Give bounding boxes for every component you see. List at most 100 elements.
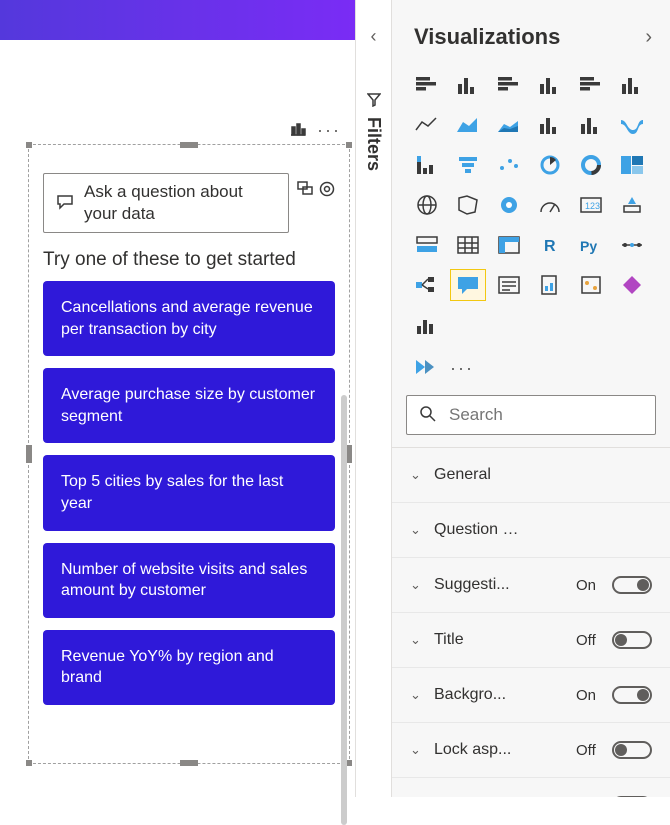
funnel-chart-icon[interactable]: [451, 150, 485, 180]
power-automate-icon[interactable]: [410, 310, 444, 340]
svg-text:Py: Py: [580, 238, 597, 254]
more-options-icon[interactable]: ···: [317, 120, 341, 141]
toggle-switch[interactable]: [612, 576, 652, 594]
toggle-state-label: On: [576, 577, 604, 594]
format-group-backgro-[interactable]: ⌄ Backgro... On: [392, 668, 670, 723]
pie-chart-icon[interactable]: [533, 150, 567, 180]
format-group-label: Backgro...: [434, 686, 522, 704]
expand-filters-icon[interactable]: ‹: [371, 26, 377, 47]
format-group-general[interactable]: ⌄ General: [392, 448, 670, 503]
slicer-icon[interactable]: [410, 230, 444, 260]
format-group-lock-asp-[interactable]: ⌄ Lock asp... Off: [392, 723, 670, 778]
filters-label[interactable]: Filters: [363, 93, 384, 171]
more-visuals-icon[interactable]: ···: [450, 358, 474, 379]
ribbon-accent-bar: [0, 0, 355, 40]
stacked-bar-chart-icon[interactable]: [410, 70, 444, 100]
toggle-state-label: On: [576, 687, 604, 704]
qna-ask-input[interactable]: Ask a question about your data: [43, 173, 289, 233]
qna-visual-icon[interactable]: [451, 270, 485, 300]
resize-handle-top[interactable]: [180, 142, 198, 148]
gauge-icon[interactable]: [533, 190, 567, 220]
line-chart-icon[interactable]: [410, 110, 444, 140]
power-apps-icon[interactable]: [615, 270, 649, 300]
donut-chart-icon[interactable]: [574, 150, 608, 180]
suggestion-item[interactable]: Top 5 cities by sales for the last year: [43, 455, 335, 530]
resize-handle-bottom[interactable]: [180, 760, 198, 766]
format-group-border[interactable]: ⌄ Border Off: [392, 778, 670, 797]
toggle-switch[interactable]: [612, 686, 652, 704]
stacked-area-chart-icon[interactable]: [492, 110, 526, 140]
table-icon[interactable]: [451, 230, 485, 260]
format-search-input[interactable]: [447, 404, 643, 426]
key-influencers-icon[interactable]: [615, 230, 649, 260]
filled-map-icon[interactable]: [451, 190, 485, 220]
toggle-state-label: Off: [576, 632, 604, 649]
suggestions-heading: Try one of these to get started: [29, 233, 349, 281]
treemap-icon[interactable]: [615, 150, 649, 180]
resize-handle-left[interactable]: [26, 445, 32, 463]
toggle-switch[interactable]: [612, 741, 652, 759]
toggle-state-label: Off: [576, 742, 604, 759]
collapse-viz-icon[interactable]: ›: [645, 26, 652, 49]
azure-map-icon[interactable]: [492, 190, 526, 220]
stacked-column-chart-icon[interactable]: [451, 70, 485, 100]
suggestion-item[interactable]: Number of website visits and sales amoun…: [43, 543, 335, 618]
line-stacked-column-icon[interactable]: [574, 110, 608, 140]
format-group-label: Question field: [434, 521, 522, 539]
narrative-icon[interactable]: [492, 270, 526, 300]
score-card-icon[interactable]: [574, 270, 608, 300]
format-group-title[interactable]: ⌄ Title Off: [392, 613, 670, 668]
matrix-icon[interactable]: [492, 230, 526, 260]
waterfall-chart-icon[interactable]: [410, 150, 444, 180]
format-search[interactable]: [406, 395, 656, 435]
visual-type-icon: [289, 121, 307, 140]
svg-text:123: 123: [585, 201, 600, 211]
qna-visual-container[interactable]: Ask a question about your data Try one o…: [28, 144, 350, 764]
chevron-down-icon: ⌄: [410, 742, 424, 758]
suggestions-list: Cancellations and average revenue per tr…: [29, 281, 349, 751]
chevron-down-icon: ⌄: [410, 577, 424, 593]
gear-icon[interactable]: [319, 181, 335, 200]
filter-icon: [367, 93, 381, 107]
scatter-chart-icon[interactable]: [492, 150, 526, 180]
chevron-down-icon: ⌄: [410, 632, 424, 648]
ribbon-chart-icon[interactable]: [615, 110, 649, 140]
format-group-suggesti-[interactable]: ⌄ Suggesti... On: [392, 558, 670, 613]
100-stacked-column-chart-icon[interactable]: [615, 70, 649, 100]
suggestion-item[interactable]: Revenue YoY% by region and brand: [43, 630, 335, 705]
clustered-column-chart-icon[interactable]: [533, 70, 567, 100]
toggle-switch[interactable]: [612, 631, 652, 649]
filters-pane-collapsed: ‹ Filters: [355, 0, 391, 797]
report-canvas: ··· Ask a question about your data: [0, 0, 355, 797]
format-group-label: Title: [434, 631, 522, 649]
r-visual-icon[interactable]: R: [533, 230, 567, 260]
clustered-bar-chart-icon[interactable]: [492, 70, 526, 100]
format-properties-list: ⌄ General ⌄ Question field ⌄ Suggesti...…: [392, 447, 670, 797]
svg-text:R: R: [544, 238, 556, 255]
resize-corner-bl[interactable]: [26, 760, 32, 766]
suggestions-scrollbar[interactable]: [341, 395, 347, 825]
line-clustered-column-icon[interactable]: [533, 110, 567, 140]
area-chart-icon[interactable]: [451, 110, 485, 140]
format-group-label: Suggesti...: [434, 576, 522, 594]
chevron-down-icon: ⌄: [410, 522, 424, 538]
related-visuals-icon[interactable]: [297, 181, 313, 200]
map-icon[interactable]: [410, 190, 444, 220]
power-automate-icon[interactable]: [414, 358, 436, 379]
paginated-report-icon[interactable]: [533, 270, 567, 300]
visual-header-toolbar: ···: [289, 120, 341, 141]
suggestion-item[interactable]: Average purchase size by customer segmen…: [43, 368, 335, 443]
python-visual-icon[interactable]: Py: [574, 230, 608, 260]
visualization-icon-grid: 123 R Py: [392, 64, 670, 356]
visualizations-title: Visualizations: [414, 24, 560, 50]
decomposition-tree-icon[interactable]: [410, 270, 444, 300]
format-group-question-field[interactable]: ⌄ Question field: [392, 503, 670, 558]
suggestion-item[interactable]: Cancellations and average revenue per tr…: [43, 281, 335, 356]
kpi-icon[interactable]: [615, 190, 649, 220]
card-icon[interactable]: 123: [574, 190, 608, 220]
format-group-label: Lock asp...: [434, 741, 522, 759]
resize-corner-tr[interactable]: [346, 142, 352, 148]
resize-corner-tl[interactable]: [26, 142, 32, 148]
chevron-down-icon: ⌄: [410, 687, 424, 703]
100-stacked-bar-chart-icon[interactable]: [574, 70, 608, 100]
